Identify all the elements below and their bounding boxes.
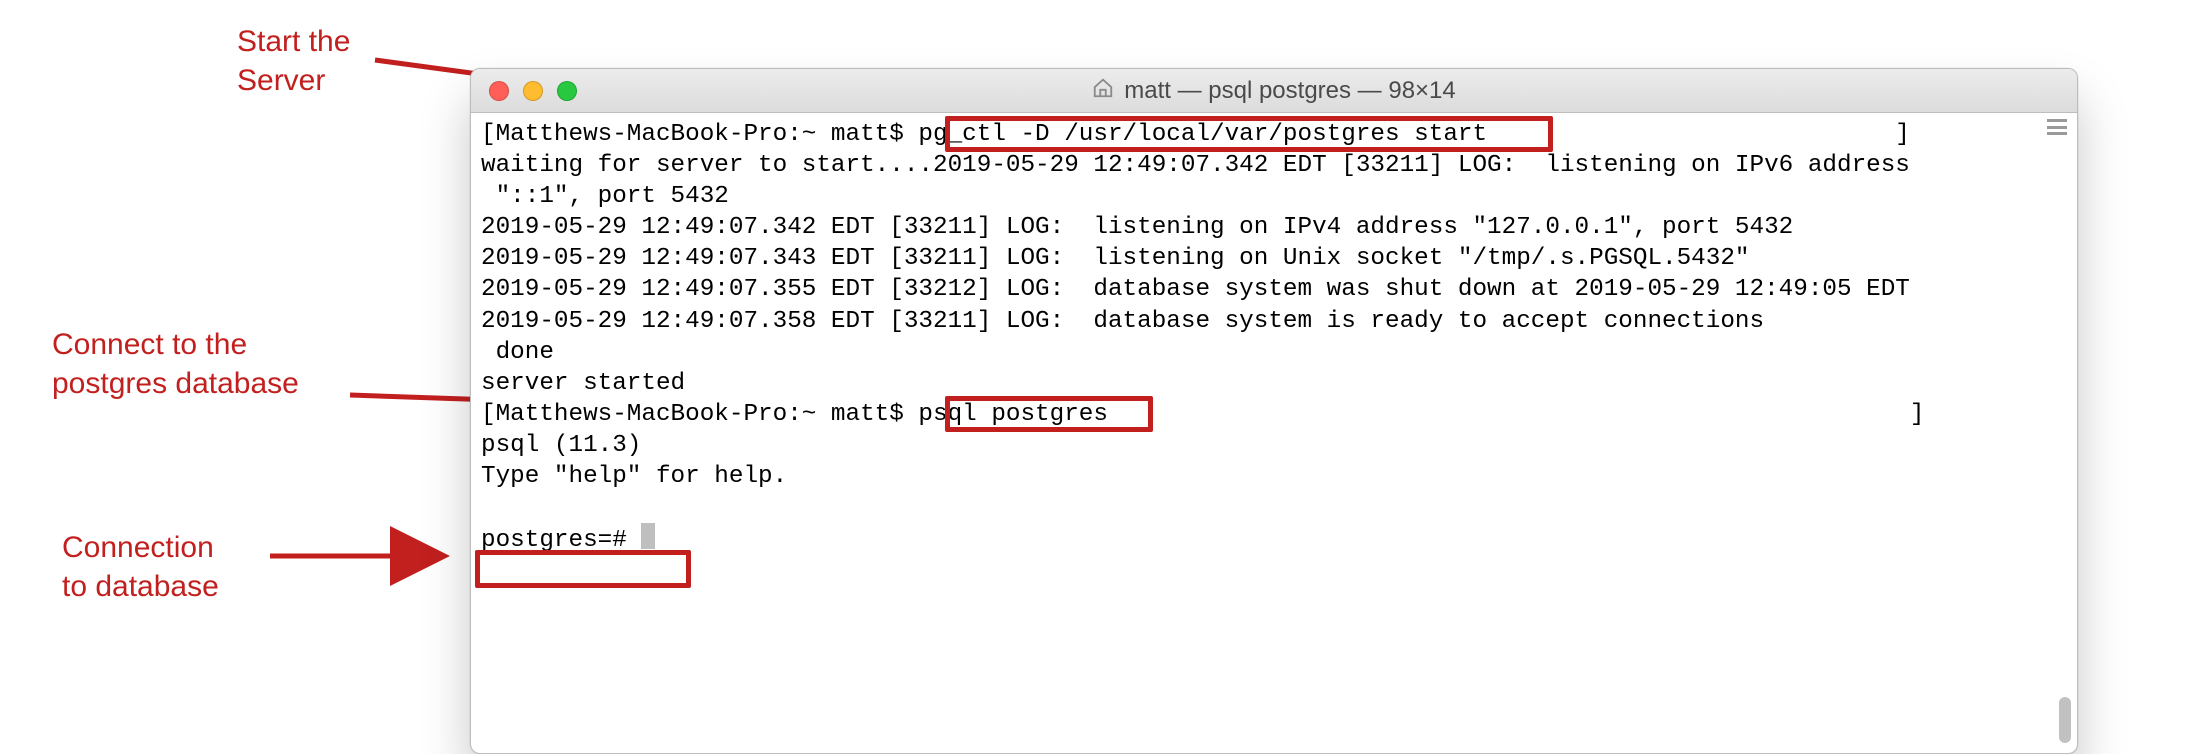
terminal-line: Type "help" for help. <box>481 463 787 490</box>
cursor <box>641 523 655 549</box>
scrollbar-thumb[interactable] <box>2059 697 2071 743</box>
terminal-line: psql (11.3) <box>481 432 641 459</box>
titlebar[interactable]: matt — psql postgres — 98×14 <box>471 69 2077 113</box>
terminal-line: [Matthews-MacBook-Pro:~ matt$ pg_ctl -D … <box>481 121 1910 148</box>
window-title-text: matt — psql postgres — 98×14 <box>1124 77 1456 105</box>
annotation-text: to database <box>62 570 219 603</box>
terminal-line: 2019-05-29 12:49:07.358 EDT [33211] LOG:… <box>481 308 1764 335</box>
terminal-line: 2019-05-29 12:49:07.355 EDT [33212] LOG:… <box>481 276 1910 303</box>
annotation-connect-db: Connect to the postgres database <box>52 325 299 403</box>
terminal-line: waiting for server to start....2019-05-2… <box>481 152 1910 179</box>
window-title: matt — psql postgres — 98×14 <box>471 77 2077 105</box>
zoom-button[interactable] <box>557 81 577 101</box>
terminal-line: server started <box>481 370 685 397</box>
highlight-postgres-prompt <box>475 550 691 588</box>
terminal-line: 2019-05-29 12:49:07.342 EDT [33211] LOG:… <box>481 214 1793 241</box>
menu-icon[interactable] <box>2047 119 2067 135</box>
minimize-button[interactable] <box>523 81 543 101</box>
terminal-line: "::1", port 5432 <box>481 183 729 210</box>
annotation-text: Connection <box>62 531 214 564</box>
terminal-line: 2019-05-29 12:49:07.343 EDT [33211] LOG:… <box>481 245 1750 272</box>
close-button[interactable] <box>489 81 509 101</box>
terminal-line: done <box>481 339 554 366</box>
terminal-line: [Matthews-MacBook-Pro:~ matt$ psql postg… <box>481 401 1924 428</box>
annotation-text: postgres database <box>52 367 299 400</box>
terminal-body[interactable]: [Matthews-MacBook-Pro:~ matt$ pg_ctl -D … <box>471 113 2077 753</box>
annotation-text: Start the <box>237 25 350 58</box>
terminal-prompt: postgres=# <box>481 527 641 554</box>
annotation-text: Connect to the <box>52 328 247 361</box>
home-icon <box>1092 77 1114 105</box>
annotation-text: Server <box>237 64 325 97</box>
terminal-window: matt — psql postgres — 98×14 [Matthews-M… <box>470 68 2078 754</box>
annotation-start-server: Start the Server <box>237 22 350 100</box>
annotation-connection: Connection to database <box>62 528 219 606</box>
traffic-lights <box>471 81 577 101</box>
